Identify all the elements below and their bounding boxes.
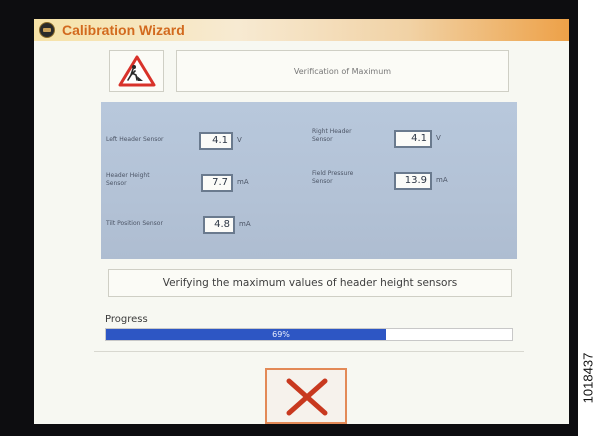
close-x-icon (286, 378, 328, 416)
title-bar: Calibration Wizard (34, 19, 569, 41)
figure-number: 1018437 (576, 328, 599, 428)
sensor-label: Tilt Position Sensor (106, 220, 163, 227)
sensor-label: Right Header Sensor (312, 128, 352, 143)
sensor-value: 4.8 (203, 216, 235, 234)
sensor-unit: mA (436, 176, 448, 184)
sensor-unit: mA (237, 178, 249, 186)
sensor-unit: V (237, 136, 242, 144)
company-logo-icon (39, 22, 55, 38)
figure-number-text: 1018437 (580, 352, 596, 404)
sensor-header-height: Header Height Sensor 7.7 mA (106, 170, 266, 196)
sensor-left-header: Left Header Sensor 4.1 V (106, 132, 256, 158)
sensor-unit: mA (239, 220, 251, 228)
warning-triangle-icon (118, 55, 156, 87)
progress-label: Progress (105, 314, 148, 325)
progress-percent-text: 69% (272, 330, 290, 339)
step-title: Verification of Maximum (176, 50, 509, 92)
window-title: Calibration Wizard (62, 22, 185, 38)
status-message: Verifying the maximum values of header h… (108, 269, 512, 297)
sensor-value: 7.7 (201, 174, 233, 192)
sensor-right-header: Right Header Sensor 4.1 V (312, 126, 492, 152)
progress-bar: 69% (105, 328, 513, 341)
sensor-value: 4.1 (394, 130, 432, 148)
progress-percent: 69% (106, 329, 512, 340)
sensor-label: Field Pressure Sensor (312, 170, 354, 185)
calibration-wizard-window: Calibration Wizard Verification of Maxim… (34, 19, 569, 424)
sensor-value: 13.9 (394, 172, 432, 190)
sensor-unit: V (436, 134, 441, 142)
sensor-field-pressure: Field Pressure Sensor 13.9 mA (312, 168, 492, 194)
sensor-label: Header Height Sensor (106, 172, 150, 187)
sensor-tilt-position: Tilt Position Sensor 4.8 mA (106, 214, 276, 240)
sensor-value: 4.1 (199, 132, 233, 150)
sensor-readings-panel: Left Header Sensor 4.1 V Right Header Se… (101, 102, 517, 259)
warning-icon-box (109, 50, 164, 92)
cancel-button[interactable] (265, 368, 347, 424)
divider (94, 351, 524, 352)
sensor-label: Left Header Sensor (106, 136, 164, 143)
